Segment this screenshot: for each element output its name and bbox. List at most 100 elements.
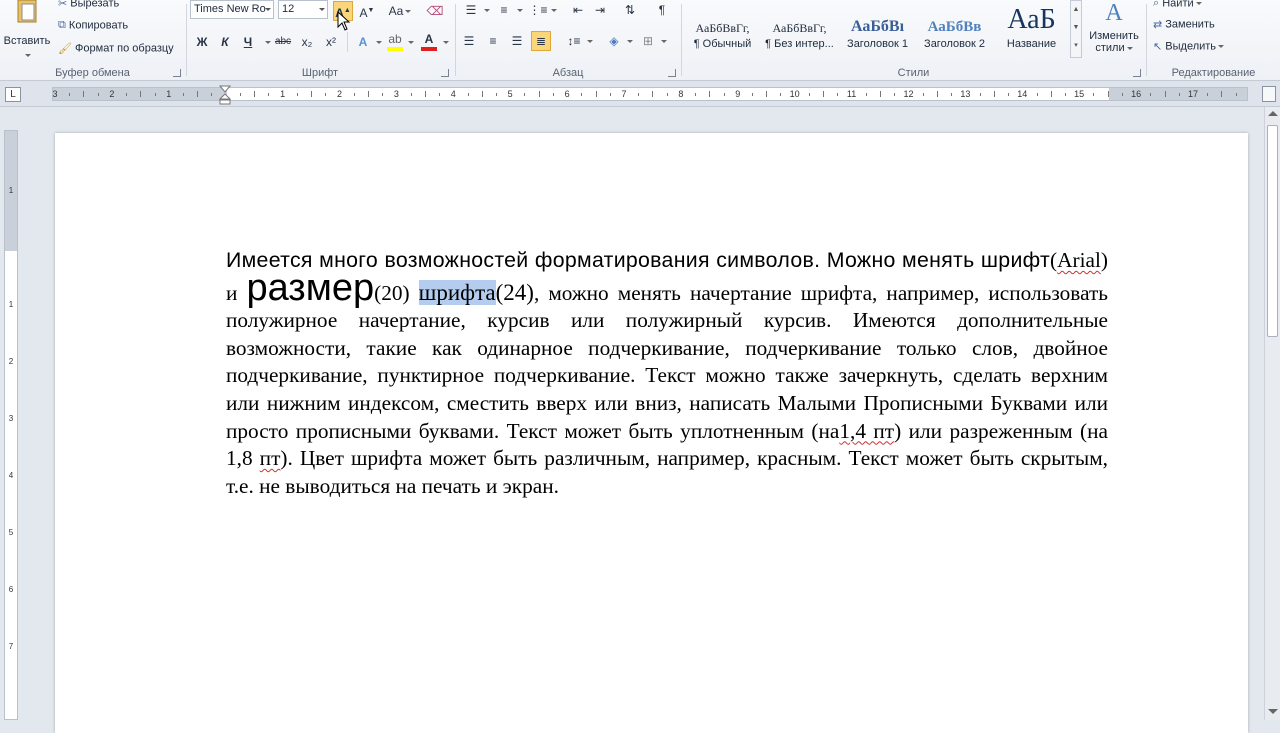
italic-button[interactable]: К [215,32,235,52]
style-normal[interactable]: АаБбВвГг, ¶ Обычный [684,2,761,58]
clear-format-button[interactable]: ⌫ [425,1,445,21]
numbering-button[interactable]: ≡ [494,0,514,20]
change-case-button[interactable]: Aa [387,1,413,21]
horizontal-ruler[interactable]: 3 2 1 1 2 3 4 5 6 7 8 9 10 11 12 13 14 15 16 17 [52,87,1248,101]
underline-button[interactable]: Ч [238,32,258,52]
multilevel-dropdown-icon[interactable] [551,9,557,12]
font-size-value: 12 [282,3,295,15]
selected-text[interactable]: шрифта [418,279,496,305]
ruler-tick [936,91,938,97]
document-body[interactable]: Имеется много возможностей форматировани… [226,247,1108,500]
ruler-tick [823,91,825,97]
editing-group-label: Редактирование [1171,67,1256,79]
clipboard-dialog-launcher[interactable] [173,69,181,77]
ruler-row: L 3 2 1 1 2 3 4 5 6 7 8 9 10 11 12 13 14 15 16 17 [0,81,1280,107]
font-size-dropdown[interactable]: 12 [278,0,328,19]
sort-button[interactable]: ⇅ [620,0,640,20]
ruler-tick [1207,93,1209,96]
replace-label: Заменить [1165,18,1215,31]
text-effects-button[interactable]: A [353,32,373,52]
ribbon: Вставить ✂ Вырезать ⧉ Копировать 🖌 Форма… [0,0,1280,81]
bullets-dropdown-icon[interactable] [484,9,490,12]
multilevel-list-button[interactable]: ⋮≡ [528,0,548,20]
ruler-toggle-button[interactable] [1262,86,1276,102]
style-title[interactable]: АаБ Название [993,2,1070,58]
ruler-tick [1235,93,1237,96]
align-left-button[interactable]: ☰ [459,31,479,51]
font-color-button[interactable]: A [419,32,439,52]
shading-button[interactable]: ◈ [604,31,624,51]
scrollbar-thumb[interactable] [1267,125,1278,337]
shrink-font-button[interactable]: A▼ [357,1,377,21]
shading-dropdown-icon[interactable] [627,40,633,43]
ruler-tick [695,93,697,96]
style-heading-2[interactable]: АаБбВв Заголовок 2 [916,2,993,58]
paragraph[interactable]: Имеется много возможностей форматировани… [226,247,1108,500]
ruler-tick [837,93,839,96]
bullet-list-icon: ☰ [465,3,477,17]
select-button[interactable]: ↖ Выделить [1153,40,1225,53]
clipboard-paste-icon [17,0,37,23]
styles-scroll[interactable]: ▲ ▼ ▾ [1070,0,1082,58]
superscript-button[interactable]: x² [321,32,341,52]
vertical-ruler[interactable]: 1 1 2 3 4 5 6 7 [4,130,18,720]
align-right-button[interactable]: ☰ [507,31,527,51]
ruler-tick [69,93,71,96]
change-styles-label: Изменить [1089,30,1139,42]
ruler-tick [325,93,327,96]
underline-dropdown-icon[interactable] [265,41,271,44]
vertical-scrollbar[interactable] [1264,107,1280,720]
change-case-label: Aa [388,4,404,18]
indent-marker-icon[interactable] [219,85,231,105]
highlight-button[interactable]: ab [385,32,405,52]
font-color-dropdown-icon[interactable] [443,41,449,44]
ruler-tick [1093,93,1095,96]
numbering-dropdown-icon[interactable] [517,9,523,12]
ruler-number: 12 [903,89,914,99]
binoculars-icon: ⌕ [1153,0,1160,9]
find-button[interactable]: ⌕ Найти [1153,0,1202,10]
bullets-button[interactable]: ☰ [461,0,481,20]
align-center-button[interactable]: ≡ [483,31,503,51]
change-styles-button[interactable]: A Изменить стили [1085,0,1143,62]
document-page[interactable]: Имеется много возможностей форматировани… [55,133,1248,733]
strikethrough-button[interactable]: abc [273,32,293,52]
justify-button[interactable]: ≣ [531,31,551,51]
line-spacing-dropdown-icon[interactable] [587,40,593,43]
cut-button[interactable]: ✂ Вырезать [58,0,119,10]
borders-dropdown-icon[interactable] [661,40,667,43]
ruler-number: 8 [678,89,684,99]
copy-button[interactable]: ⧉ Копировать [58,19,128,32]
show-marks-button[interactable]: ¶ [652,0,672,20]
paragraph-dialog-launcher[interactable] [668,69,676,77]
bold-button[interactable]: Ж [192,32,212,52]
style-heading-1[interactable]: АаБбВı Заголовок 1 [839,2,916,58]
highlight-dropdown-icon[interactable] [408,41,414,44]
font-family-dropdown[interactable]: Times New Ro [190,0,274,19]
format-painter-button[interactable]: 🖌 Формат по образцу [58,42,174,55]
paragraph-group-label: Абзац [552,67,584,79]
paste-button[interactable]: Вставить [2,0,52,60]
replace-button[interactable]: ⇄ Заменить [1153,18,1215,31]
scroll-up-icon[interactable] [1268,111,1278,116]
paste-dropdown-icon[interactable] [25,54,31,58]
ruler-tick [894,93,896,96]
decrease-indent-button[interactable]: ⇤ [568,0,588,20]
font-dialog-launcher[interactable] [441,69,449,77]
line-spacing-button[interactable]: ↕≡ [564,31,584,51]
text-effects-dropdown-icon[interactable] [376,41,382,44]
scroll-down-icon[interactable] [1268,709,1278,714]
borders-button[interactable]: ⊞ [638,31,658,51]
styles-dialog-launcher[interactable] [1133,69,1141,77]
ruler-tick [993,91,995,97]
ruler-tick [609,93,611,96]
style-no-spacing[interactable]: АаБбВвГг, ¶ Без интер... [761,2,838,58]
ruler-tick [1107,91,1109,97]
tab-selector[interactable]: L [5,87,21,102]
style-sample: АаБбВв [927,19,982,35]
subscript-button[interactable]: x₂ [297,32,317,52]
vertical-ruler-number: 1 [8,300,14,309]
increase-indent-button[interactable]: ⇥ [590,0,610,20]
numbered-list-icon: ≡ [500,3,508,17]
ruler-tick [211,93,213,96]
